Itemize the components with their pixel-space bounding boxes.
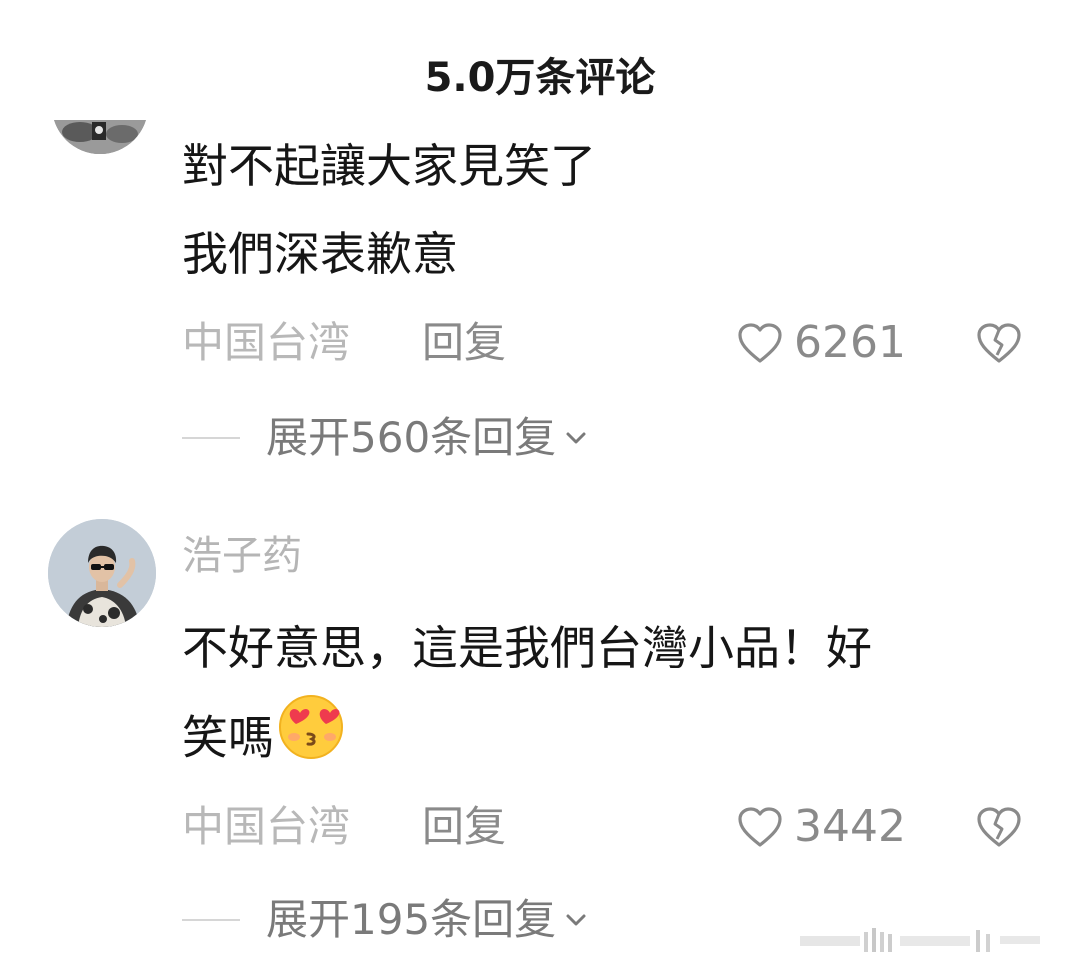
heart-outline-icon	[738, 807, 782, 847]
divider	[182, 919, 240, 921]
comment-text: 對不起讓大家見笑了 我們深表歉意	[182, 139, 596, 281]
comments-panel: 5.0万条评论 對不起讓大家見笑了 我們深表歉意 中国台湾 回复 6261 展开…	[0, 0, 1080, 974]
expand-replies-button[interactable]: 展开560条回复	[182, 408, 590, 468]
expand-replies-button[interactable]: 展开195条回复	[182, 890, 590, 950]
broken-heart-icon	[977, 807, 1021, 847]
reply-button[interactable]: 回复	[422, 313, 506, 373]
broken-heart-icon	[977, 323, 1021, 363]
chevron-down-icon	[566, 432, 586, 444]
comments-count-title: 5.0万条评论	[424, 55, 656, 101]
username[interactable]: 浩子药	[182, 526, 302, 586]
chevron-down-icon	[566, 914, 586, 926]
dislike-button[interactable]	[974, 313, 1024, 373]
heart-outline-icon	[738, 323, 782, 363]
like-button[interactable]: 6261	[736, 313, 906, 373]
comment-text: 不好意思，這是我們台灣小品！好 笑嗎	[182, 604, 1042, 790]
like-count: 3442	[794, 801, 906, 852]
comment-location: 中国台湾	[182, 802, 351, 851]
avatar[interactable]	[48, 519, 156, 627]
heart-eyes-kiss-emoji-icon	[276, 692, 346, 790]
like-count: 6261	[794, 317, 906, 368]
expand-replies-label: 展开195条回复	[266, 895, 557, 944]
reply-button[interactable]: 回复	[422, 797, 506, 857]
like-button[interactable]: 3442	[736, 797, 906, 857]
comment-location: 中国台湾	[182, 318, 351, 367]
watermark-icon	[800, 928, 1040, 952]
expand-replies-label: 展开560条回复	[266, 413, 557, 462]
divider	[182, 437, 240, 439]
dislike-button[interactable]	[974, 797, 1024, 857]
